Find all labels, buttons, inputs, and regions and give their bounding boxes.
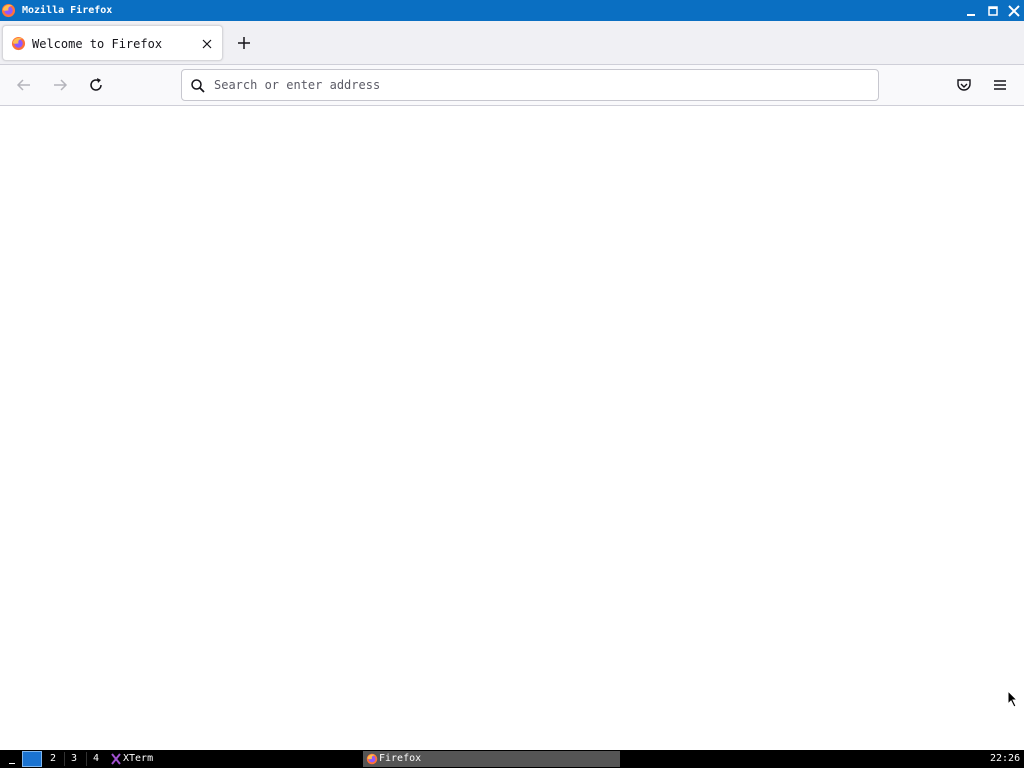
pocket-button[interactable] (955, 76, 973, 94)
window-title: Mozilla Firefox (22, 5, 113, 16)
page-content[interactable] (0, 106, 1024, 750)
maximize-button[interactable] (985, 3, 1001, 19)
taskbar-app-firefox[interactable]: Firefox (366, 750, 446, 768)
tab-welcome[interactable]: Welcome to Firefox (2, 25, 223, 61)
new-tab-button[interactable] (235, 34, 253, 52)
desktop-3[interactable]: 3 (64, 751, 84, 767)
tab-strip: Welcome to Firefox (0, 21, 1024, 65)
menu-button[interactable] (991, 76, 1009, 94)
minimize-icon (967, 14, 975, 16)
mouse-pointer-icon (1007, 690, 1019, 708)
arrow-left-icon (16, 79, 30, 91)
search-icon (191, 79, 205, 93)
minimize-button[interactable] (963, 3, 979, 19)
close-window-button[interactable] (1006, 3, 1022, 19)
address-bar[interactable] (181, 69, 879, 101)
tab-label: Welcome to Firefox (32, 37, 163, 51)
xterm-icon (111, 753, 121, 765)
close-icon (202, 39, 212, 49)
arrow-right-icon (54, 79, 68, 91)
taskbar-app-xterm[interactable]: XTerm (110, 750, 170, 768)
taskbar-menu-button[interactable] (7, 750, 17, 768)
plus-icon (238, 37, 250, 49)
desktop-2[interactable]: 2 (43, 751, 63, 767)
firefox-icon (11, 36, 26, 51)
maximize-icon (988, 6, 998, 16)
pocket-icon (957, 79, 971, 91)
close-tab-button[interactable] (200, 36, 214, 50)
forward-button[interactable] (51, 76, 69, 94)
taskbar: 2 3 4 XTerm Firefox 22:26 (0, 750, 1024, 768)
window-titlebar[interactable]: Mozilla Firefox (0, 0, 1024, 21)
taskbar-app-label: Firefox (379, 753, 422, 764)
desktop-4[interactable]: 4 (86, 751, 106, 767)
navigation-toolbar (0, 65, 1024, 106)
firefox-icon (1, 3, 16, 18)
taskbar-app-label: XTerm (123, 753, 154, 764)
firefox-icon (366, 753, 378, 765)
dash-icon (9, 763, 15, 764)
back-button[interactable] (15, 76, 33, 94)
desktop-1[interactable] (22, 751, 42, 767)
close-icon (1008, 5, 1020, 17)
address-input[interactable] (214, 75, 854, 95)
reload-icon (90, 78, 102, 91)
hamburger-menu-icon (994, 80, 1006, 90)
reload-button[interactable] (87, 76, 105, 94)
clock: 22:26 (990, 753, 1021, 764)
